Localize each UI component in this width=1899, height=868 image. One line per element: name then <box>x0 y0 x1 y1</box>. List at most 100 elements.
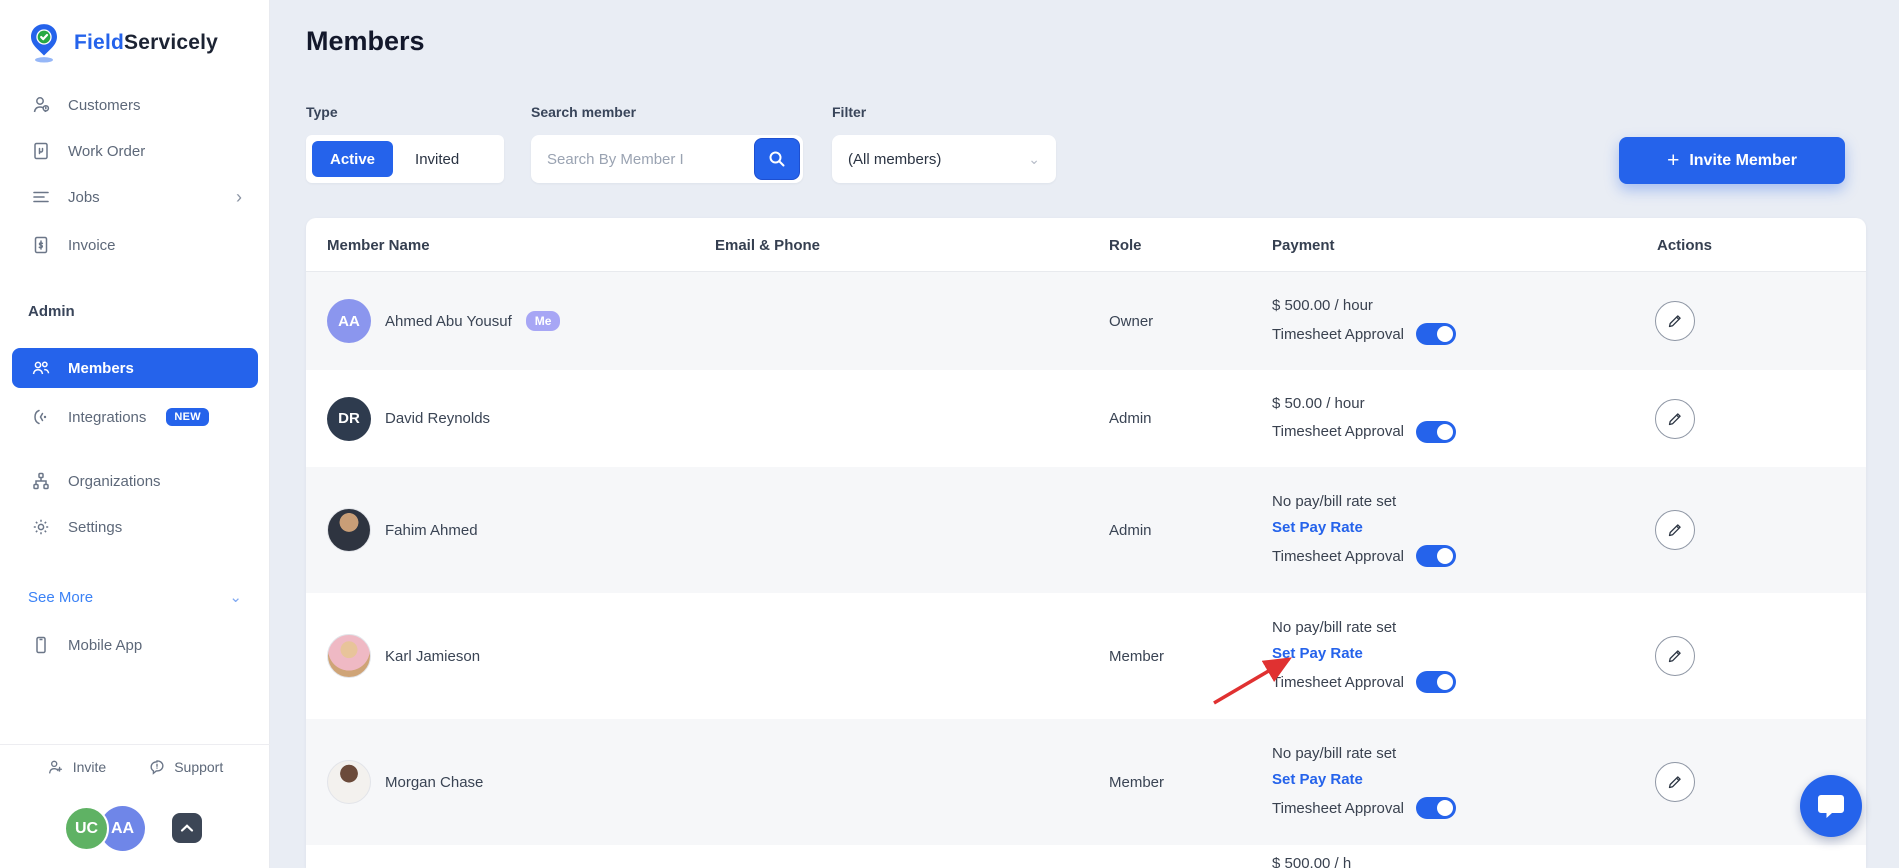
search-icon <box>768 150 786 168</box>
member-name-cell: DR David Reynolds <box>327 370 707 467</box>
sidebar-item-integrations[interactable]: Integrations NEW <box>12 397 258 437</box>
sidebar-item-mobile-app[interactable]: Mobile App <box>12 625 258 665</box>
table-row: AA Ahmed Abu Yousuf Me Owner $ 500.00 / … <box>306 272 1866 370</box>
set-pay-rate-link[interactable]: Set Pay Rate <box>1272 519 1363 536</box>
chat-bubble-icon <box>1816 792 1846 820</box>
plus-icon: + <box>1667 150 1679 171</box>
edit-member-button[interactable] <box>1655 762 1695 802</box>
timesheet-approval-label: Timesheet Approval <box>1272 326 1404 343</box>
collapse-chevron-up-button[interactable] <box>172 813 202 843</box>
edit-member-button[interactable] <box>1655 301 1695 341</box>
see-more-link[interactable]: See More ⌄ <box>28 588 242 606</box>
set-pay-rate-link[interactable]: Set Pay Rate <box>1272 645 1363 662</box>
type-active-button[interactable]: Active <box>312 141 393 177</box>
account-avatar-stack: AA UC <box>0 800 270 860</box>
table-row: Morgan Chase Member No pay/bill rate set… <box>306 719 1866 845</box>
sidebar-item-jobs[interactable]: Jobs › <box>12 177 258 217</box>
payment-cell: $ 500.00 / hour Timesheet Approval <box>1272 272 1652 370</box>
pay-rate: $ 500.00 / hour <box>1272 297 1373 314</box>
table-header: Member Name Email & Phone Role Payment A… <box>306 218 1866 272</box>
type-invited-button[interactable]: Invited <box>393 151 481 168</box>
sidebar-item-label: Members <box>68 360 134 377</box>
timesheet-approval-label: Timesheet Approval <box>1272 674 1404 691</box>
sidebar-item-label: Customers <box>68 97 141 114</box>
avatar-photo <box>327 760 371 804</box>
table-row: Karl Jamieson Member No pay/bill rate se… <box>306 593 1866 719</box>
page-title: Members <box>306 26 425 57</box>
search-button[interactable] <box>754 138 800 180</box>
sidebar-item-organizations[interactable]: Organizations <box>12 461 258 501</box>
invite-member-button[interactable]: + Invite Member <box>1619 137 1845 184</box>
member-name: Ahmed Abu Yousuf <box>385 313 512 330</box>
avatar-photo <box>327 634 371 678</box>
sidebar-item-label: Integrations <box>68 409 146 426</box>
sidebar-item-label: Mobile App <box>68 637 142 654</box>
set-pay-rate-link[interactable]: Set Pay Rate <box>1272 771 1363 788</box>
type-segmented-control: Active Invited <box>306 135 504 183</box>
member-name-cell: Morgan Chase <box>327 719 707 845</box>
brand-logo[interactable]: FieldServicely <box>24 22 218 64</box>
chevron-right-icon: › <box>236 188 242 206</box>
timesheet-approval-label: Timesheet Approval <box>1272 800 1404 817</box>
sidebar-item-label: Settings <box>68 519 122 536</box>
sidebar-item-settings[interactable]: Settings <box>12 507 258 547</box>
invite-link[interactable]: Invite <box>47 758 106 776</box>
chevron-down-icon: ⌄ <box>229 588 242 606</box>
payment-cell: No pay/bill rate set Set Pay Rate Timesh… <box>1272 593 1652 719</box>
organizations-icon <box>30 471 52 491</box>
type-label: Type <box>306 104 338 120</box>
settings-icon <box>30 517 52 537</box>
pencil-icon <box>1667 522 1683 538</box>
col-actions: Actions <box>1657 218 1712 272</box>
filter-dropdown[interactable]: (All members) ⌄ <box>832 135 1056 183</box>
avatar-uc[interactable]: UC <box>64 806 109 851</box>
member-name: Fahim Ahmed <box>385 522 478 539</box>
support-chat-icon <box>148 758 166 776</box>
brand-name: FieldServicely <box>74 31 218 55</box>
invoice-icon <box>30 235 52 255</box>
timesheet-approval-toggle[interactable] <box>1416 323 1456 345</box>
timesheet-approval-label: Timesheet Approval <box>1272 548 1404 565</box>
member-role: Member <box>1109 719 1259 845</box>
edit-member-button[interactable] <box>1655 510 1695 550</box>
invite-person-icon <box>47 758 65 776</box>
edit-member-button[interactable] <box>1655 399 1695 439</box>
member-role: Owner <box>1109 272 1259 370</box>
live-chat-button[interactable] <box>1800 775 1862 837</box>
support-link[interactable]: Support <box>148 758 223 776</box>
no-rate-text: No pay/bill rate set <box>1272 619 1396 636</box>
pencil-icon <box>1667 313 1683 329</box>
pencil-icon <box>1667 774 1683 790</box>
timesheet-approval-label: Timesheet Approval <box>1272 423 1404 440</box>
search-member-box <box>531 135 803 183</box>
timesheet-approval-toggle[interactable] <box>1416 421 1456 443</box>
customers-icon <box>30 95 52 115</box>
filter-selected-value: (All members) <box>848 151 941 168</box>
pencil-icon <box>1667 411 1683 427</box>
new-badge: NEW <box>166 408 209 426</box>
payment-cell: No pay/bill rate set Set Pay Rate Timesh… <box>1272 719 1652 845</box>
sidebar-item-customers[interactable]: Customers <box>12 85 258 125</box>
sidebar-item-label: Invoice <box>68 237 116 254</box>
avatar: AA <box>327 299 371 343</box>
timesheet-approval-toggle[interactable] <box>1416 545 1456 567</box>
search-input[interactable] <box>531 151 754 168</box>
sidebar-item-label: Work Order <box>68 143 145 160</box>
invite-member-label: Invite Member <box>1689 152 1797 170</box>
sidebar-item-work-order[interactable]: Work Order <box>12 131 258 171</box>
sidebar-item-members[interactable]: Members <box>12 348 258 388</box>
brand-pin-icon <box>24 22 64 64</box>
timesheet-approval-toggle[interactable] <box>1416 671 1456 693</box>
timesheet-approval-toggle[interactable] <box>1416 797 1456 819</box>
sidebar-footer: Invite Support <box>0 744 270 788</box>
payment-cell: No pay/bill rate set Set Pay Rate Timesh… <box>1272 467 1652 593</box>
avatar: DR <box>327 397 371 441</box>
table-row: Fahim Ahmed Admin No pay/bill rate set S… <box>306 467 1866 593</box>
sidebar-item-label: Organizations <box>68 473 161 490</box>
integrations-icon <box>30 407 52 427</box>
sidebar-item-invoice[interactable]: Invoice <box>12 225 258 265</box>
member-role: Admin <box>1109 467 1259 593</box>
mobile-app-icon <box>30 635 52 655</box>
member-name: Karl Jamieson <box>385 648 480 665</box>
edit-member-button[interactable] <box>1655 636 1695 676</box>
